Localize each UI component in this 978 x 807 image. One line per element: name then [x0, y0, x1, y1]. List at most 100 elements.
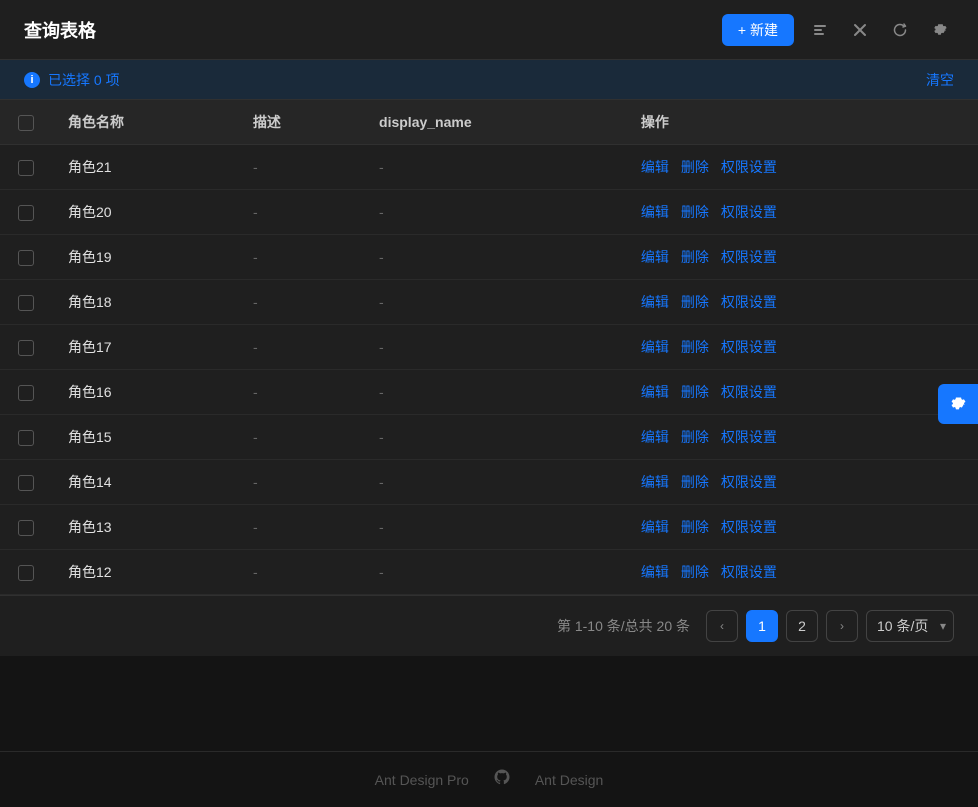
action-buttons: 编辑 删除 权限设置 [641, 427, 962, 447]
row-display-name: - [363, 550, 625, 595]
row-checkbox[interactable] [18, 385, 34, 401]
info-icon: i [24, 72, 40, 88]
edit-button[interactable]: 编辑 [641, 247, 669, 267]
edit-button[interactable]: 编辑 [641, 202, 669, 222]
prev-page-button[interactable]: ‹ [706, 610, 738, 642]
table-row: 角色15 - - 编辑 删除 权限设置 [0, 415, 978, 460]
github-svg [493, 768, 511, 786]
col-name: 角色名称 [52, 100, 237, 145]
delete-button[interactable]: 删除 [681, 472, 709, 492]
header: 查询表格 + 新建 [0, 0, 978, 60]
github-icon[interactable] [493, 768, 511, 791]
edit-button[interactable]: 编辑 [641, 517, 669, 537]
edit-button[interactable]: 编辑 [641, 337, 669, 357]
edit-button[interactable]: 编辑 [641, 562, 669, 582]
permissions-button[interactable]: 权限设置 [721, 337, 777, 357]
delete-button[interactable]: 删除 [681, 562, 709, 582]
delete-button[interactable]: 删除 [681, 427, 709, 447]
pagination: 第 1-10 条/总共 20 条 ‹ 1 2 › 10 条/页 20 条/页 5… [0, 595, 978, 656]
footer-ant-design-link[interactable]: Ant Design [535, 772, 603, 788]
permissions-button[interactable]: 权限设置 [721, 247, 777, 267]
page-1-button[interactable]: 1 [746, 610, 778, 642]
row-actions: 编辑 删除 权限设置 [625, 505, 978, 550]
action-buttons: 编辑 删除 权限设置 [641, 292, 962, 312]
row-display-name: - [363, 460, 625, 505]
row-actions: 编辑 删除 权限设置 [625, 280, 978, 325]
delete-button[interactable]: 删除 [681, 382, 709, 402]
row-checkbox[interactable] [18, 205, 34, 221]
edit-button[interactable]: 编辑 [641, 427, 669, 447]
row-checkbox[interactable] [18, 250, 34, 266]
col-actions: 操作 [625, 100, 978, 145]
delete-button[interactable]: 删除 [681, 157, 709, 177]
row-checkbox[interactable] [18, 430, 34, 446]
table-header-row: 角色名称 描述 display_name 操作 [0, 100, 978, 145]
action-buttons: 编辑 删除 权限设置 [641, 157, 962, 177]
row-checkbox[interactable] [18, 160, 34, 176]
row-name: 角色20 [52, 190, 237, 235]
row-display-name: - [363, 280, 625, 325]
row-checkbox[interactable] [18, 295, 34, 311]
row-name: 角色12 [52, 550, 237, 595]
row-checkbox[interactable] [18, 565, 34, 581]
delete-button[interactable]: 删除 [681, 517, 709, 537]
delete-button[interactable]: 删除 [681, 337, 709, 357]
edit-button[interactable]: 编辑 [641, 157, 669, 177]
row-desc: - [237, 145, 363, 190]
edit-button[interactable]: 编辑 [641, 382, 669, 402]
delete-button[interactable]: 删除 [681, 247, 709, 267]
edit-button[interactable]: 编辑 [641, 292, 669, 312]
table-row: 角色17 - - 编辑 删除 权限设置 [0, 325, 978, 370]
page-size-wrapper: 10 条/页 20 条/页 50 条/页 [866, 610, 954, 642]
row-actions: 编辑 删除 权限设置 [625, 190, 978, 235]
close-icon-button[interactable] [846, 18, 874, 42]
page-size-select[interactable]: 10 条/页 20 条/页 50 条/页 [866, 610, 954, 642]
row-actions: 编辑 删除 权限设置 [625, 235, 978, 280]
action-buttons: 编辑 删除 权限设置 [641, 337, 962, 357]
table-row: 角色21 - - 编辑 删除 权限设置 [0, 145, 978, 190]
col-checkbox [0, 100, 52, 145]
action-buttons: 编辑 删除 权限设置 [641, 562, 962, 582]
row-desc: - [237, 235, 363, 280]
refresh-icon-button[interactable] [886, 18, 914, 42]
row-name: 角色21 [52, 145, 237, 190]
permissions-button[interactable]: 权限设置 [721, 562, 777, 582]
delete-button[interactable]: 删除 [681, 202, 709, 222]
row-checkbox-cell [0, 325, 52, 370]
permissions-button[interactable]: 权限设置 [721, 202, 777, 222]
permissions-button[interactable]: 权限设置 [721, 157, 777, 177]
format-icon-button[interactable] [806, 18, 834, 42]
delete-button[interactable]: 删除 [681, 292, 709, 312]
next-page-button[interactable]: › [826, 610, 858, 642]
page-2-button[interactable]: 2 [786, 610, 818, 642]
row-desc: - [237, 505, 363, 550]
action-buttons: 编辑 删除 权限设置 [641, 202, 962, 222]
permissions-button[interactable]: 权限设置 [721, 517, 777, 537]
settings-fab-button[interactable] [938, 384, 978, 424]
selection-bar: i 已选择 0 项 清空 [0, 60, 978, 100]
create-button[interactable]: + 新建 [722, 14, 794, 46]
row-checkbox[interactable] [18, 340, 34, 356]
row-actions: 编辑 删除 权限设置 [625, 145, 978, 190]
col-desc: 描述 [237, 100, 363, 145]
table-row: 角色16 - - 编辑 删除 权限设置 [0, 370, 978, 415]
row-display-name: - [363, 145, 625, 190]
row-checkbox[interactable] [18, 520, 34, 536]
settings-icon [932, 22, 948, 38]
edit-button[interactable]: 编辑 [641, 472, 669, 492]
row-checkbox[interactable] [18, 475, 34, 491]
footer-ant-design-pro-link[interactable]: Ant Design Pro [375, 772, 469, 788]
permissions-button[interactable]: 权限设置 [721, 472, 777, 492]
permissions-button[interactable]: 权限设置 [721, 292, 777, 312]
row-actions: 编辑 删除 权限设置 [625, 325, 978, 370]
table-row: 角色13 - - 编辑 删除 权限设置 [0, 505, 978, 550]
row-name: 角色18 [52, 280, 237, 325]
select-all-checkbox[interactable] [18, 115, 34, 131]
row-desc: - [237, 460, 363, 505]
permissions-button[interactable]: 权限设置 [721, 382, 777, 402]
row-desc: - [237, 190, 363, 235]
format-icon [812, 22, 828, 38]
permissions-button[interactable]: 权限设置 [721, 427, 777, 447]
clear-selection-button[interactable]: 清空 [926, 70, 954, 90]
settings-icon-button[interactable] [926, 18, 954, 42]
